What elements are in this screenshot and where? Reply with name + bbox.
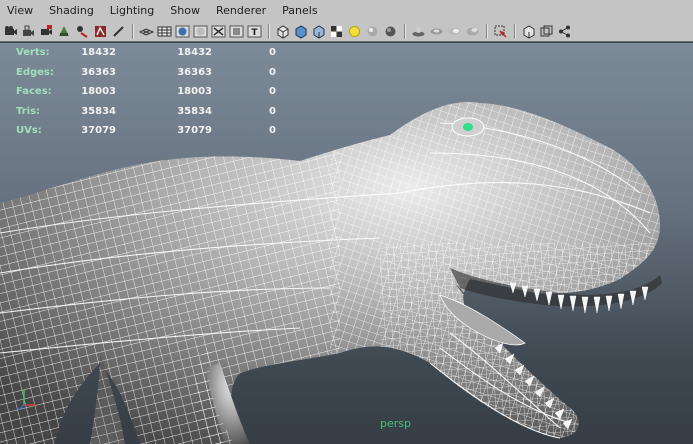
hud-label: Faces: (16, 86, 52, 97)
toolbar-divider (404, 24, 405, 39)
textured-icon[interactable] (192, 23, 209, 40)
hud-value-object: 18432 (177, 47, 212, 58)
menu-renderer[interactable]: Renderer (208, 0, 274, 22)
panel-menu-bar: View Shading Lighting Show Renderer Pane… (0, 0, 693, 23)
two-d-pan-zoom-icon[interactable] (92, 23, 109, 40)
share-icon[interactable] (556, 23, 573, 40)
menu-shading[interactable]: Shading (41, 0, 102, 22)
toolbar-divider (268, 24, 269, 39)
svg-text:T: T (251, 28, 258, 38)
hud-value-object: 35834 (177, 105, 212, 117)
grease-pencil-icon[interactable] (110, 23, 127, 40)
camera-lock-icon[interactable] (20, 23, 37, 40)
hud-value-selected: 0 (269, 66, 276, 78)
film-gate-icon[interactable] (464, 23, 481, 40)
safe-action-icon[interactable] (446, 23, 463, 40)
backface-culling-icon[interactable] (382, 23, 399, 40)
field-chart-icon[interactable] (428, 23, 445, 40)
grid-icon[interactable] (138, 23, 155, 40)
hud-value-scene: 35834 (81, 105, 116, 117)
hud-row-uvs: UVs: 37079 37079 0 (16, 121, 276, 141)
multisample-icon[interactable] (292, 23, 309, 40)
hud-value-scene: 37079 (81, 125, 116, 136)
motion-blur-icon[interactable] (274, 23, 291, 40)
camera-name-label: persp (380, 417, 411, 430)
panel-toolbar: T (0, 22, 693, 42)
hud-row-edges: Edges: 36363 36363 0 (16, 63, 276, 83)
xray-joints-icon[interactable] (364, 23, 381, 40)
hud-label: Tris: (16, 105, 41, 117)
shadows-icon[interactable] (228, 23, 245, 40)
menu-panels[interactable]: Panels (274, 0, 325, 22)
smooth-shade-icon[interactable] (174, 23, 191, 40)
hud-value-selected: 0 (269, 47, 276, 58)
hud-value-selected: 0 (269, 86, 276, 97)
wireframe-shade-icon[interactable] (156, 23, 173, 40)
four-pane-layout-icon[interactable] (538, 23, 555, 40)
resolution-gate-icon[interactable] (410, 23, 427, 40)
menu-lighting[interactable]: Lighting (102, 0, 162, 22)
hud-toggle-icon[interactable] (492, 23, 509, 40)
camera-select-icon[interactable] (2, 23, 19, 40)
selected-eye-vertex (463, 123, 473, 131)
menu-view[interactable]: View (0, 0, 41, 22)
hud-value-object: 36363 (177, 66, 212, 78)
toolbar-divider (486, 24, 487, 39)
hud-value-selected: 0 (269, 125, 276, 136)
use-all-lights-icon[interactable] (210, 23, 227, 40)
hud-row-verts: Verts: 18432 18432 0 (16, 43, 276, 63)
hud-row-faces: Faces: 18003 18003 0 (16, 82, 276, 102)
hud-value-scene: 18432 (81, 47, 116, 58)
hud-label: UVs: (16, 125, 42, 136)
toolbar-divider (514, 24, 515, 39)
depth-of-field-icon[interactable] (310, 23, 327, 40)
hud-value-object: 18003 (177, 86, 212, 97)
hud-value-object: 37079 (177, 125, 212, 136)
two-pane-layout-icon[interactable] (520, 23, 537, 40)
perspective-viewport[interactable]: Verts: 18432 18432 0 Edges: 36363 36363 … (0, 43, 693, 444)
isolate-select-icon[interactable] (328, 23, 345, 40)
hud-row-tris: Tris: 35834 35834 0 (16, 102, 276, 122)
hud-value-scene: 18003 (81, 86, 116, 97)
view-axis-icon (17, 389, 36, 411)
toolbar-divider (132, 24, 133, 39)
menu-show[interactable]: Show (162, 0, 208, 22)
camera-attributes-icon[interactable] (38, 23, 55, 40)
hud-value-selected: 0 (269, 105, 276, 117)
bookmark-icon[interactable] (56, 23, 73, 40)
xray-icon[interactable] (346, 23, 363, 40)
image-plane-icon[interactable] (74, 23, 91, 40)
hud-label: Edges: (16, 66, 54, 78)
screen-space-ao-icon[interactable]: T (246, 23, 263, 40)
hud-value-scene: 36363 (81, 66, 116, 78)
poly-count-hud: Verts: 18432 18432 0 Edges: 36363 36363 … (16, 43, 276, 141)
hud-label: Verts: (16, 47, 50, 58)
